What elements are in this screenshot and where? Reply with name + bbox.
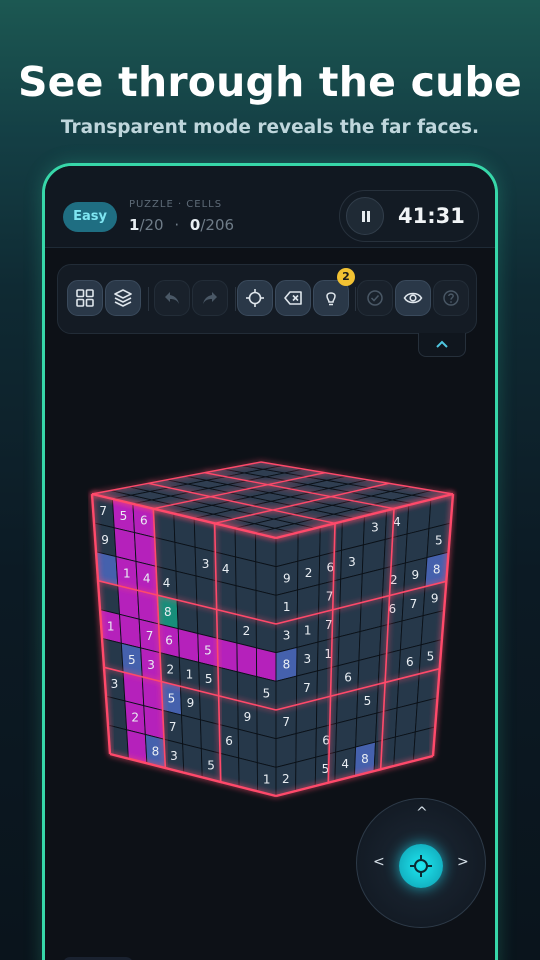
cell-digit: 5	[263, 686, 271, 700]
cube-cell[interactable]	[235, 585, 257, 620]
cell-digit: 5	[364, 694, 372, 708]
joystick-center-button[interactable]	[399, 844, 443, 888]
cell-digit: 2	[131, 711, 139, 725]
cell-digit: 5	[435, 533, 443, 547]
cell-digit: 8	[283, 657, 291, 671]
cell-digit: 7	[146, 629, 154, 643]
promo-subline: Transparent mode reveals the far faces.	[60, 117, 480, 138]
cell-digit: 3	[170, 749, 178, 763]
cube-cell[interactable]	[216, 637, 238, 673]
cell-digit: 7	[169, 720, 177, 734]
cube-cell[interactable]	[113, 527, 137, 563]
cell-digit: 5	[128, 653, 136, 667]
cell-digit: 4	[341, 757, 349, 771]
cell-digit: 6	[140, 514, 148, 528]
cube-cell[interactable]	[237, 728, 258, 764]
cell-digit: 9	[244, 710, 252, 724]
cell-digit: 2	[166, 663, 174, 677]
cube-cell[interactable]	[236, 671, 258, 706]
cell-digit: 1	[304, 623, 312, 637]
cell-digit: 5	[207, 758, 215, 772]
cube-cell[interactable]	[218, 695, 239, 730]
cube-cell[interactable]	[255, 618, 277, 654]
cube-cell[interactable]	[177, 628, 200, 663]
cell-digit: 7	[99, 504, 107, 518]
cube-cell[interactable]	[255, 647, 277, 682]
cube-cell[interactable]	[255, 589, 277, 625]
cell-digit: 5	[120, 509, 128, 523]
cell-digit: 3	[371, 521, 379, 535]
cube-cell[interactable]	[355, 712, 378, 748]
cell-digit: 1	[186, 667, 194, 681]
cube-cell[interactable]	[133, 532, 157, 567]
cube-cell[interactable]	[216, 608, 238, 644]
cube-left-face[interactable]: 7 5 693 41 4 48217 655 3 2 1 5535 992768 351	[91, 493, 277, 797]
cell-digit: 9	[411, 568, 419, 582]
cell-digit: 5	[168, 691, 176, 705]
cell-digit: 2	[243, 624, 251, 638]
cell-digit: 9	[283, 571, 291, 585]
rotation-joystick[interactable]: ^ < >	[356, 798, 486, 928]
cell-digit: 5	[205, 672, 213, 686]
cube-cell[interactable]	[174, 541, 197, 577]
cell-digit: 3	[147, 658, 155, 672]
cell-digit: 1	[263, 772, 271, 786]
cell-digit: 1	[123, 566, 131, 580]
cell-digit: 3	[283, 629, 291, 643]
cell-digit: 1	[283, 600, 291, 614]
joystick-right-arrow[interactable]: >	[457, 854, 469, 870]
cube-right-face[interactable]: 3 49 2 6 35172 9 83 1 76 7 98 3 1766 575625 4 8	[275, 493, 454, 797]
cell-digit: 4	[163, 576, 171, 590]
cube-cell[interactable]	[119, 613, 142, 649]
cell-digit: 1	[107, 619, 115, 633]
joystick-left-arrow[interactable]: <	[373, 854, 385, 870]
cell-digit: 7	[303, 681, 311, 695]
crosshair-icon	[410, 855, 432, 877]
cell-digit: 2	[305, 566, 313, 580]
cell-digit: 6	[165, 634, 173, 648]
cube-cell[interactable]	[295, 727, 317, 763]
cell-digit: 9	[187, 696, 195, 710]
cell-digit: 8	[361, 752, 369, 766]
cell-digit: 7	[410, 597, 418, 611]
cube-cell[interactable]	[199, 719, 221, 754]
cube-cell[interactable]	[181, 714, 202, 750]
cell-digit: 6	[406, 655, 414, 669]
cell-digit: 4	[143, 571, 151, 585]
cell-digit: 9	[101, 533, 109, 547]
device-frame: Easy PUZZLE · CELLS 1/20 · 0/206 41:31 2…	[42, 163, 498, 960]
cell-digit: 2	[282, 772, 290, 786]
cell-digit: 3	[348, 555, 356, 569]
cube-cell[interactable]	[256, 733, 277, 768]
cube-cell[interactable]	[199, 690, 220, 726]
cube-cell[interactable]	[235, 556, 257, 592]
cell-digit: 8	[433, 562, 441, 576]
cell-digit: 3	[111, 677, 119, 691]
cell-digit: 5	[204, 643, 212, 657]
cell-digit: 6	[344, 670, 352, 684]
cube-cell[interactable]	[154, 536, 177, 572]
cube-cell[interactable]	[275, 732, 297, 768]
cell-digit: 8	[164, 605, 172, 619]
cell-digit: 3	[303, 652, 311, 666]
cube-cell[interactable]	[217, 666, 239, 702]
cell-digit: 5	[427, 650, 435, 664]
cube-cell[interactable]	[236, 642, 258, 678]
joystick-up-arrow[interactable]: ^	[416, 805, 428, 821]
cell-digit: 8	[152, 744, 160, 758]
cube-cell[interactable]	[143, 705, 165, 740]
cell-digit: 6	[225, 734, 233, 748]
cell-digit: 9	[431, 592, 439, 606]
promo-headline: See through the cube	[17, 58, 523, 106]
cell-digit: 3	[202, 557, 210, 571]
cube-cell[interactable]	[256, 704, 277, 740]
cell-digit: 4	[222, 562, 230, 576]
cell-digit: 7	[282, 715, 290, 729]
cube-cell[interactable]	[255, 561, 277, 596]
cube-cell[interactable]	[335, 717, 358, 753]
